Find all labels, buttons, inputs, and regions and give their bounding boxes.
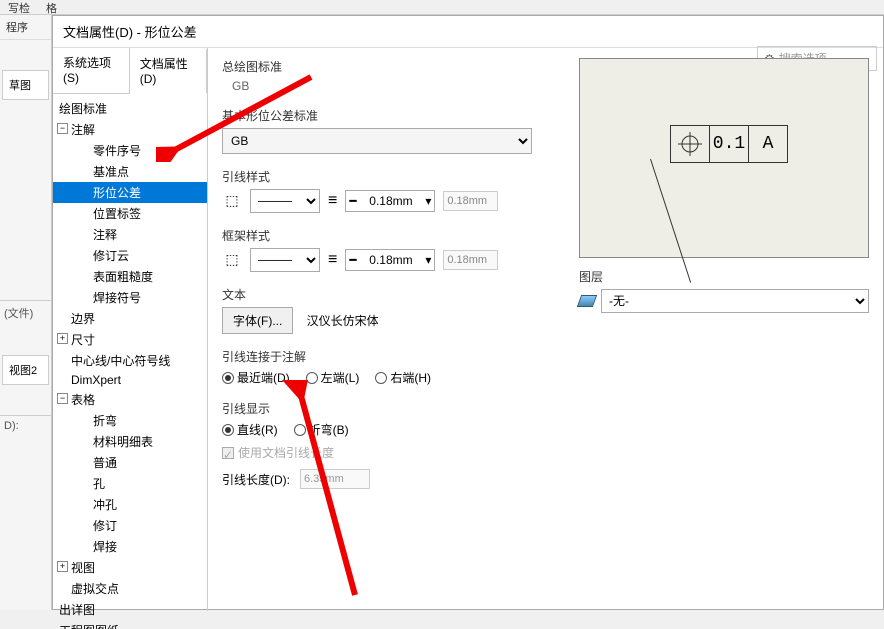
leader-display-label: 引线显示 bbox=[222, 400, 565, 417]
dialog-title: 文档属性(D) - 形位公差 bbox=[53, 16, 883, 48]
left-sidebar: 程序 草图 (文件) 视图2 D): bbox=[0, 15, 52, 610]
checkbox-icon: ✓ bbox=[222, 447, 234, 459]
font-name-display: 汉仪长仿宋体 bbox=[307, 314, 379, 328]
tree-location-label[interactable]: 位置标签 bbox=[53, 203, 207, 224]
frame-type-icon[interactable]: ⬚ bbox=[222, 251, 242, 269]
overall-standard-label: 总绘图标准 bbox=[222, 58, 565, 75]
use-doc-length-checkbox: ✓ 使用文档引线长度 bbox=[222, 444, 565, 461]
collapse-icon[interactable]: − bbox=[57, 393, 68, 404]
file-label: (文件) bbox=[0, 300, 51, 325]
tree-datums[interactable]: 基准点 bbox=[53, 161, 207, 182]
tree-balloons[interactable]: 零件序号 bbox=[53, 140, 207, 161]
base-standard-select[interactable]: GB bbox=[222, 128, 532, 154]
d-label: D): bbox=[0, 415, 51, 436]
text-label: 文本 bbox=[222, 286, 565, 303]
tree-geometric-tolerances[interactable]: 形位公差 bbox=[53, 182, 207, 203]
expand-icon[interactable]: + bbox=[57, 333, 68, 344]
frame-thickness-select[interactable]: ━ 0.18mm ▾ bbox=[345, 249, 435, 271]
leader-length-label: 引线长度(D): bbox=[222, 471, 290, 488]
frame-style-label: 框架样式 bbox=[222, 227, 565, 244]
leader-length-input bbox=[300, 469, 370, 489]
radio-left[interactable]: 左端(L) bbox=[306, 369, 360, 386]
tree-weld-symbols[interactable]: 焊接符号 bbox=[53, 287, 207, 308]
tree-revision-clouds[interactable]: 修订云 bbox=[53, 245, 207, 266]
top-item[interactable]: 写检 bbox=[0, 0, 38, 14]
properties-dialog: 文档属性(D) - 形位公差 ⚙ 搜索选项 系统选项(S) 文档属性(D) 绘图… bbox=[52, 15, 884, 610]
leader-style-label: 引线样式 bbox=[222, 168, 565, 185]
expand-icon[interactable]: + bbox=[57, 561, 68, 572]
radio-straight[interactable]: 直线(R) bbox=[222, 421, 278, 438]
tree-punch[interactable]: 冲孔 bbox=[53, 494, 207, 515]
top-toolbar: 写检 格 bbox=[0, 0, 884, 15]
tree-drawing-sheets[interactable]: 工程图图纸 bbox=[53, 620, 207, 629]
tree-annotations[interactable]: −注解 bbox=[53, 119, 207, 140]
tree-views[interactable]: +视图 bbox=[53, 557, 207, 578]
tree-bend[interactable]: 折弯 bbox=[53, 410, 207, 431]
tree-virtual-sharps[interactable]: 虚拟交点 bbox=[53, 578, 207, 599]
category-tree[interactable]: 绘图标准 −注解 零件序号 基准点 形位公差 位置标签 注释 修订云 表面粗糙度… bbox=[53, 94, 207, 629]
frame-line-select[interactable]: ──── bbox=[250, 248, 320, 272]
tree-weld-table[interactable]: 焊接 bbox=[53, 536, 207, 557]
collapse-icon[interactable]: − bbox=[57, 123, 68, 134]
tree-dimensions[interactable]: +尺寸 bbox=[53, 329, 207, 350]
radio-right[interactable]: 右端(H) bbox=[375, 369, 431, 386]
layer-select[interactable]: -无- bbox=[601, 289, 869, 313]
leader-line-select[interactable]: ──── bbox=[250, 189, 320, 213]
tree-drafting-standard[interactable]: 绘图标准 bbox=[53, 98, 207, 119]
prog-label[interactable]: 程序 bbox=[0, 15, 51, 40]
tab-row: 系统选项(S) 文档属性(D) bbox=[53, 48, 207, 94]
frame-thickness-input[interactable] bbox=[443, 250, 498, 270]
tree-general[interactable]: 普通 bbox=[53, 452, 207, 473]
radio-closest[interactable]: 最近端(D) bbox=[222, 369, 290, 386]
datum-value: A bbox=[748, 125, 788, 163]
top-item[interactable]: 格 bbox=[38, 0, 65, 14]
tree-tables[interactable]: −表格 bbox=[53, 389, 207, 410]
tree-bom[interactable]: 材料明细表 bbox=[53, 431, 207, 452]
layer-icon bbox=[577, 295, 597, 307]
tree-revision[interactable]: 修订 bbox=[53, 515, 207, 536]
view2-tab[interactable]: 视图2 bbox=[2, 355, 49, 385]
leader-thickness-select[interactable]: ━ 0.18mm ▾ bbox=[345, 190, 435, 212]
separator-icon: ≡ bbox=[328, 251, 337, 269]
position-symbol-icon bbox=[670, 125, 710, 163]
tree-surface-finishes[interactable]: 表面粗糙度 bbox=[53, 266, 207, 287]
leader-anchor-label: 引线连接于注解 bbox=[222, 348, 565, 365]
leader-line-preview bbox=[650, 159, 691, 283]
font-button[interactable]: 字体(F)... bbox=[222, 307, 293, 334]
tolerance-value: 0.1 bbox=[709, 125, 749, 163]
base-standard-label: 基本形位公差标准 bbox=[222, 107, 565, 124]
sketch-tab[interactable]: 草图 bbox=[2, 70, 49, 100]
preview-box: 0.1 A bbox=[579, 58, 869, 258]
tree-hole[interactable]: 孔 bbox=[53, 473, 207, 494]
tree-dimxpert[interactable]: DimXpert bbox=[53, 371, 207, 389]
tree-centerlines[interactable]: 中心线/中心符号线 bbox=[53, 350, 207, 371]
tree-notes[interactable]: 注释 bbox=[53, 224, 207, 245]
content-area: 总绘图标准 GB 基本形位公差标准 GB 引线样式 ⬚ ──── ≡ ━ 0.1… bbox=[208, 48, 883, 611]
gdt-frame: 0.1 A bbox=[670, 125, 788, 163]
radio-bent[interactable]: 折弯(B) bbox=[294, 421, 349, 438]
tab-document-properties[interactable]: 文档属性(D) bbox=[130, 49, 207, 94]
leader-type-icon[interactable]: ⬚ bbox=[222, 192, 242, 210]
tab-system-options[interactable]: 系统选项(S) bbox=[53, 48, 130, 93]
tabs-tree-panel: 系统选项(S) 文档属性(D) 绘图标准 −注解 零件序号 基准点 形位公差 位… bbox=[53, 48, 208, 611]
layer-label: 图层 bbox=[579, 268, 869, 285]
tree-borders[interactable]: 边界 bbox=[53, 308, 207, 329]
separator-icon: ≡ bbox=[328, 192, 337, 210]
leader-thickness-input[interactable] bbox=[443, 191, 498, 211]
overall-standard-value: GB bbox=[222, 79, 565, 93]
